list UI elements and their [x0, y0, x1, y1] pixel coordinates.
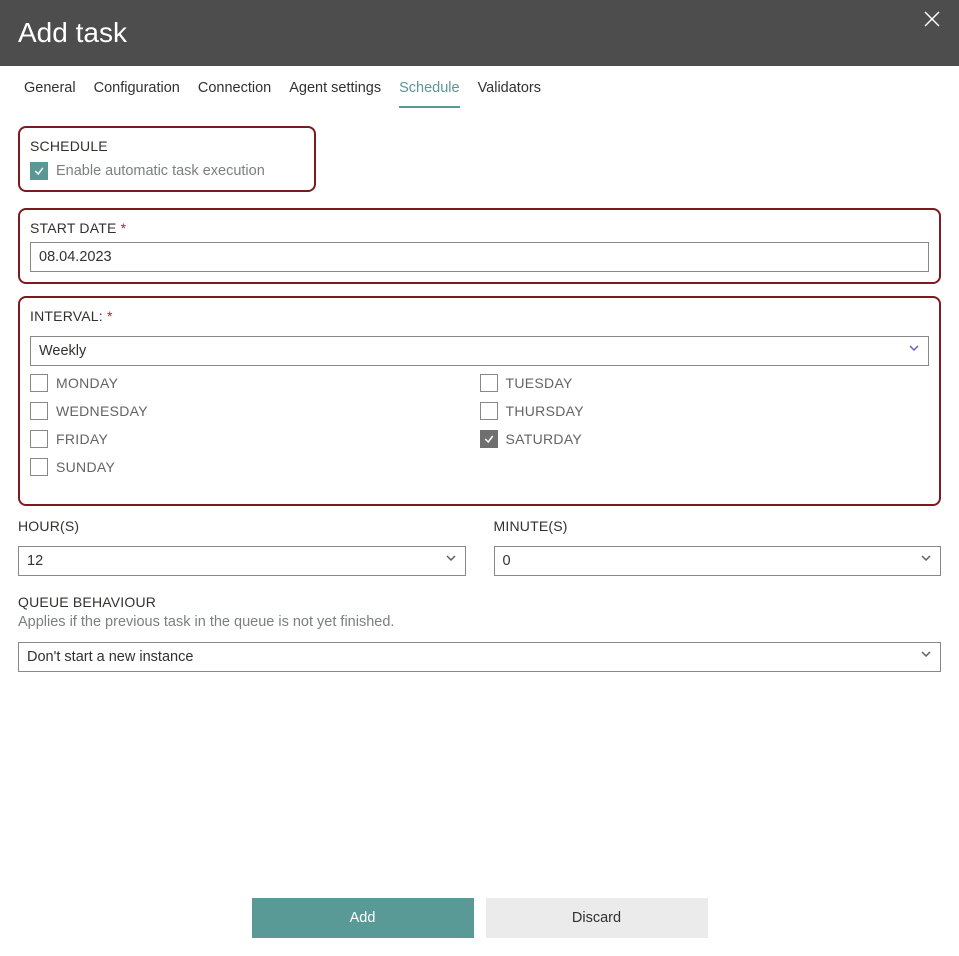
day-friday-checkbox[interactable]: [30, 430, 48, 448]
tab-bar: General Configuration Connection Agent s…: [0, 66, 959, 108]
day-saturday-label: SATURDAY: [506, 431, 583, 447]
queue-help-text: Applies if the previous task in the queu…: [18, 614, 941, 630]
day-friday-label: FRIDAY: [56, 431, 108, 447]
content-panel: SCHEDULE Enable automatic task execution…: [0, 108, 959, 718]
days-grid: MONDAY TUESDAY WEDNESDAY THURSDAY FRIDAY…: [30, 374, 929, 476]
dialog-footer: Add Discard: [0, 718, 959, 956]
day-tuesday-label: TUESDAY: [506, 375, 573, 391]
hours-select[interactable]: [18, 546, 466, 576]
queue-select[interactable]: [18, 642, 941, 672]
start-date-input[interactable]: [30, 242, 929, 272]
interval-label: INTERVAL: *: [30, 308, 929, 324]
day-wednesday-label: WEDNESDAY: [56, 403, 148, 419]
tab-connection[interactable]: Connection: [198, 80, 271, 108]
enable-auto-checkbox[interactable]: [30, 162, 48, 180]
enable-auto-label: Enable automatic task execution: [56, 163, 265, 179]
add-button[interactable]: Add: [252, 898, 474, 938]
day-tuesday-checkbox[interactable]: [480, 374, 498, 392]
queue-label: QUEUE BEHAVIOUR: [18, 594, 941, 610]
minutes-label: MINUTE(S): [494, 518, 942, 534]
schedule-section-highlight: SCHEDULE Enable automatic task execution: [18, 126, 316, 192]
tab-configuration[interactable]: Configuration: [94, 80, 180, 108]
day-sunday-label: SUNDAY: [56, 459, 115, 475]
start-date-label: START DATE *: [30, 220, 929, 236]
hours-label: HOUR(S): [18, 518, 466, 534]
day-thursday-label: THURSDAY: [506, 403, 584, 419]
day-saturday-checkbox[interactable]: [480, 430, 498, 448]
interval-select[interactable]: [30, 336, 929, 366]
schedule-heading: SCHEDULE: [30, 138, 304, 154]
tab-general[interactable]: General: [24, 80, 76, 108]
day-monday-checkbox[interactable]: [30, 374, 48, 392]
dialog-header: Add task: [0, 0, 959, 66]
discard-button[interactable]: Discard: [486, 898, 708, 938]
day-wednesday-checkbox[interactable]: [30, 402, 48, 420]
day-thursday-checkbox[interactable]: [480, 402, 498, 420]
start-date-section-highlight: START DATE *: [18, 208, 941, 284]
interval-section-highlight: INTERVAL: * MONDAY TUESDAY WEDNESDAY THU…: [18, 296, 941, 506]
tab-validators[interactable]: Validators: [478, 80, 541, 108]
close-icon[interactable]: [923, 10, 941, 28]
day-monday-label: MONDAY: [56, 375, 118, 391]
day-sunday-checkbox[interactable]: [30, 458, 48, 476]
minutes-select[interactable]: [494, 546, 942, 576]
tab-schedule[interactable]: Schedule: [399, 80, 459, 108]
tab-agent-settings[interactable]: Agent settings: [289, 80, 381, 108]
dialog-title: Add task: [18, 17, 127, 49]
